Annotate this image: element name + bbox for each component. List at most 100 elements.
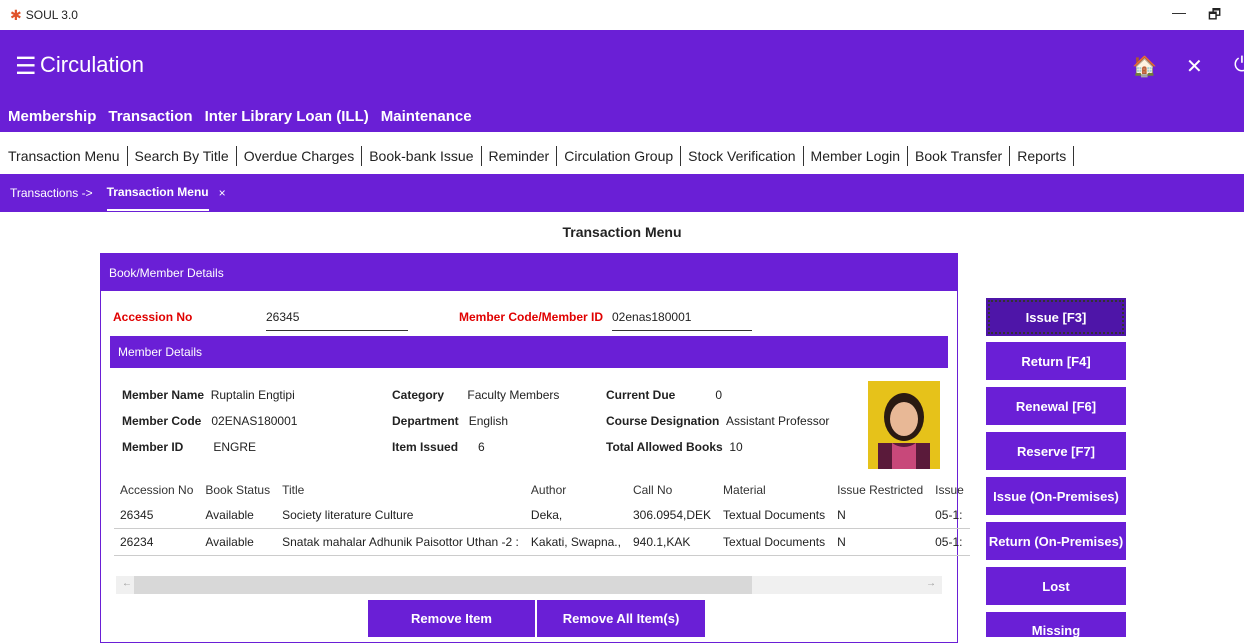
lookup-row: Accession No 26345 Member Code/Member ID…	[113, 304, 957, 331]
cell-restricted: N	[831, 528, 930, 556]
cell-issue: 05-1:	[929, 502, 970, 529]
item-issued-label: Item Issued	[392, 440, 459, 454]
cell-title: Society literature Culture	[276, 502, 525, 529]
panel-header: Book/Member Details	[101, 254, 957, 291]
category: Faculty Members	[467, 388, 560, 402]
return-on-premises-button[interactable]: Return (On-Premises)	[986, 522, 1126, 560]
subnav-reports[interactable]: Reports	[1010, 146, 1075, 166]
cell-status: Available	[199, 528, 277, 556]
scrollbar-thumb[interactable]	[134, 576, 752, 594]
member-code: 02ENAS180001	[211, 414, 298, 428]
member-name: Ruptalin Engtipi	[210, 388, 295, 402]
item-issued: 6	[478, 440, 485, 454]
module-title: Circulation	[40, 52, 144, 77]
subnav-stock-verification[interactable]: Stock Verification	[681, 146, 804, 166]
course-label: Course Designation	[606, 414, 720, 428]
cell-title: Snatak mahalar Adhunik Paisottor Uthan -…	[276, 528, 525, 556]
horizontal-scrollbar[interactable]: ← →	[116, 576, 942, 594]
main-nav: Membership Transaction Inter Library Loa…	[0, 100, 1244, 132]
subnav-member-login[interactable]: Member Login	[804, 146, 909, 166]
window-titlebar: ✱ SOUL 3.0 — 🗗	[0, 0, 1244, 30]
cell-material: Textual Documents	[717, 528, 832, 556]
table-header-row: Accession No Book Status Title Author Ca…	[114, 478, 970, 502]
nav-ill[interactable]: Inter Library Loan (ILL)	[205, 108, 369, 125]
subnav-search-by-title[interactable]: Search By Title	[128, 146, 237, 166]
col-material[interactable]: Material	[717, 478, 831, 502]
member-info-col3: Current Due 0 Course Designation Assista…	[606, 388, 829, 466]
cell-status: Available	[199, 502, 277, 529]
cell-accession: 26345	[114, 502, 200, 529]
breadcrumb-tab[interactable]: Transaction Menu	[106, 175, 209, 211]
subnav-book-bank-issue[interactable]: Book-bank Issue	[362, 146, 482, 166]
return-button[interactable]: Return [F4]	[986, 342, 1126, 380]
member-code-label2: Member Code	[122, 414, 202, 428]
app-logo-icon: ✱	[10, 6, 22, 23]
nav-membership[interactable]: Membership	[8, 108, 96, 125]
book-member-panel: Book/Member Details Accession No 26345 M…	[100, 253, 970, 643]
subnav-reminder[interactable]: Reminder	[482, 146, 558, 166]
cell-accession: 26234	[114, 528, 200, 556]
member-code-input[interactable]: 02enas180001	[612, 310, 752, 331]
cell-author: Kakati, Swapna.,	[524, 528, 627, 556]
missing-button[interactable]: Missing	[986, 612, 1126, 638]
accession-label: Accession No	[113, 310, 193, 324]
current-due: 0	[715, 388, 723, 402]
table-row[interactable]: 26345 Available Society literature Cultu…	[114, 502, 970, 529]
remove-all-items-button[interactable]: Remove All Item(s)	[537, 600, 705, 637]
course: Assistant Professor	[726, 414, 830, 428]
subnav-overdue-charges[interactable]: Overdue Charges	[237, 146, 363, 166]
hamburger-menu-icon[interactable]: ☰	[15, 52, 37, 81]
reserve-button[interactable]: Reserve [F7]	[986, 432, 1126, 470]
nav-transaction[interactable]: Transaction	[108, 108, 192, 125]
scroll-left-icon[interactable]: ←	[122, 578, 132, 589]
home-icon[interactable]: 🏠	[1132, 54, 1157, 79]
breadcrumb-root[interactable]: Transactions ->	[10, 186, 93, 200]
member-code-label: Member Code/Member ID	[459, 310, 604, 324]
member-info-col1: Member Name Ruptalin Engtipi Member Code…	[122, 388, 297, 466]
col-author[interactable]: Author	[525, 478, 627, 502]
current-due-label: Current Due	[606, 388, 676, 402]
department: English	[468, 414, 509, 428]
issue-on-premises-button[interactable]: Issue (On-Premises)	[986, 477, 1126, 515]
allowed: 10	[729, 440, 743, 454]
col-title[interactable]: Title	[276, 478, 525, 502]
member-id: ENGRE	[213, 440, 257, 454]
col-issue-restricted[interactable]: Issue Restricted	[831, 478, 929, 502]
col-book-status[interactable]: Book Status	[199, 478, 276, 502]
col-issue[interactable]: Issue	[929, 478, 970, 502]
minimize-icon[interactable]: —	[1172, 4, 1186, 20]
table-row[interactable]: 26234 Available Snatak mahalar Adhunik P…	[114, 528, 970, 556]
app-header: ☰ Circulation 🏠 ✕ ⏻	[0, 30, 1244, 100]
member-details-section: Member Details Member Name Ruptalin Engt…	[110, 336, 970, 636]
tab-close-icon[interactable]: ×	[219, 186, 226, 200]
member-name-label: Member Name	[122, 388, 205, 402]
category-label: Category	[392, 388, 445, 402]
subnav-circulation-group[interactable]: Circulation Group	[557, 146, 682, 166]
breadcrumb: Transactions -> Transaction Menu ×	[0, 174, 1244, 212]
cell-call-no: 940.1,KAK	[626, 528, 718, 556]
cell-restricted: N	[831, 502, 930, 529]
restore-icon[interactable]: 🗗	[1208, 4, 1221, 28]
allowed-label: Total Allowed Books	[606, 440, 723, 454]
power-icon[interactable]: ⏻	[1234, 54, 1244, 77]
cell-author: Deka,	[524, 502, 627, 529]
cell-call-no: 306.0954,DEK	[626, 502, 718, 529]
col-accession-no[interactable]: Accession No	[114, 478, 199, 502]
subnav-transaction-menu[interactable]: Transaction Menu	[8, 146, 128, 166]
cell-issue: 05-1:	[929, 528, 970, 556]
renewal-button[interactable]: Renewal [F6]	[986, 387, 1126, 425]
scroll-right-icon[interactable]: →	[926, 578, 936, 589]
remove-item-button[interactable]: Remove Item	[368, 600, 535, 637]
issued-items-table: Accession No Book Status Title Author Ca…	[114, 478, 970, 556]
window-title: SOUL 3.0	[25, 8, 78, 22]
close-icon[interactable]: ✕	[1186, 54, 1203, 79]
nav-maintenance[interactable]: Maintenance	[381, 108, 472, 125]
issue-button[interactable]: Issue [F3]	[986, 298, 1126, 336]
member-info-col2: Category Faculty Members Department Engl…	[392, 388, 559, 466]
lost-button[interactable]: Lost	[986, 567, 1126, 605]
accession-input[interactable]: 26345	[266, 310, 408, 331]
subnav-book-transfer[interactable]: Book Transfer	[908, 146, 1011, 166]
cell-material: Textual Documents	[717, 502, 832, 529]
member-details-header: Member Details	[110, 336, 948, 368]
col-call-no[interactable]: Call No	[627, 478, 717, 502]
